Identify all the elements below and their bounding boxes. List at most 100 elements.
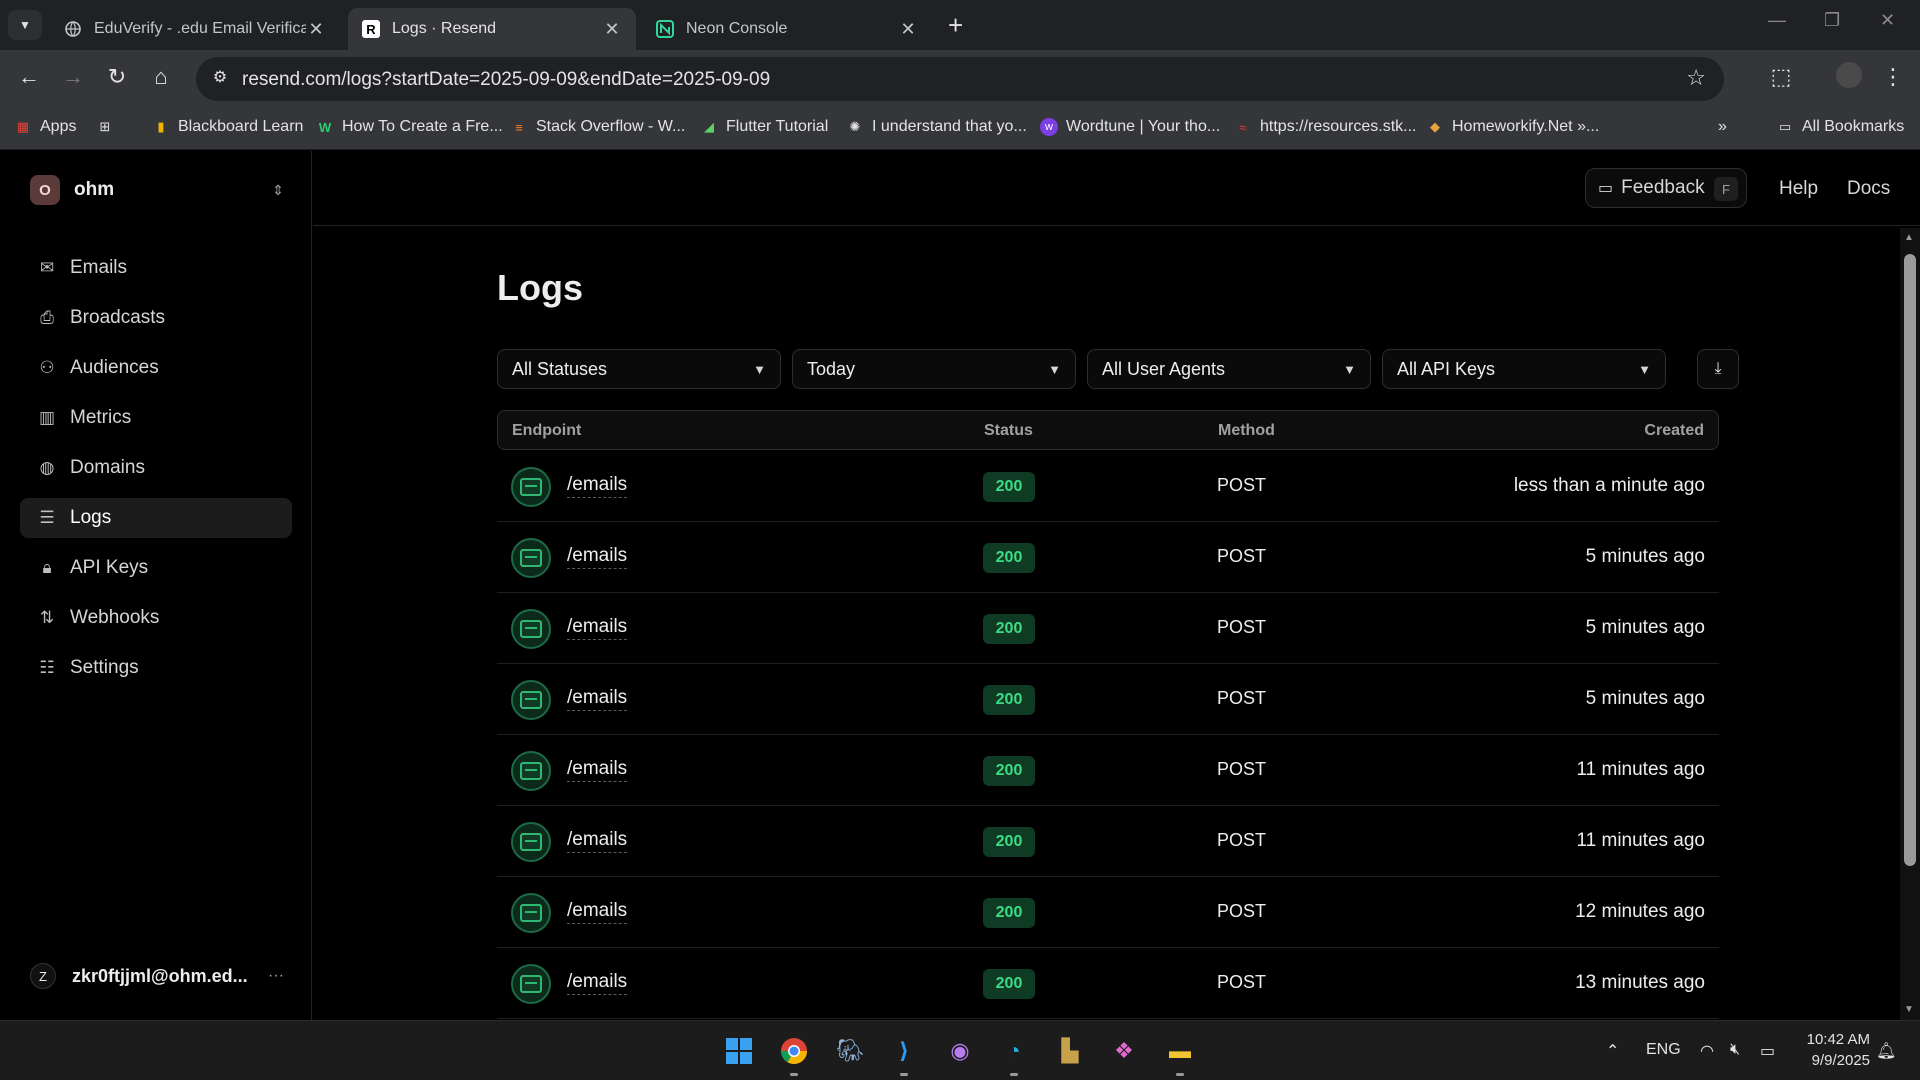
table-row[interactable]: /emails 200 POST 5 minutes ago	[497, 664, 1719, 735]
table-row[interactable]: /emails 200 POST 11 minutes ago	[497, 735, 1719, 806]
endpoint-link[interactable]: /emails	[567, 687, 628, 711]
endpoint-link[interactable]: /emails	[567, 900, 628, 924]
chrome-icon[interactable]	[778, 1035, 810, 1067]
sidebar-item-audiences[interactable]: ⚇ Audiences	[20, 348, 292, 388]
table-row[interactable]: /emails 200 POST 11 minutes ago	[497, 806, 1719, 877]
sidebar-item-api-keys[interactable]: 🔒︎ API Keys	[20, 548, 292, 588]
menu-kebab-icon[interactable]: ⋮	[1878, 64, 1908, 90]
homeworkify-icon: ◆	[1430, 119, 1440, 134]
sidebar-item-domains[interactable]: ◍ Domains	[20, 448, 292, 488]
close-icon[interactable]: ✕	[306, 19, 326, 40]
tab-search-button[interactable]: ▼	[8, 10, 42, 40]
help-link[interactable]: Help	[1779, 178, 1818, 200]
reload-icon[interactable]: ↻	[102, 64, 132, 90]
bookmark-star-icon[interactable]: ☆	[1686, 65, 1706, 91]
sidebar-item-settings[interactable]: ☷ Settings	[20, 648, 292, 688]
table-row[interactable]: /emails 200 POST 12 minutes ago	[497, 877, 1719, 948]
scroll-up-icon[interactable]: ▲	[1904, 232, 1914, 243]
clock-date[interactable]: 9/9/2025	[1800, 1052, 1870, 1069]
feedback-button[interactable]: ▭ Feedback F	[1585, 168, 1747, 208]
date-range-select[interactable]: Today ▼	[792, 349, 1076, 389]
github-icon[interactable]: ◉	[944, 1035, 976, 1067]
wifi-icon[interactable]: ◠	[1700, 1041, 1714, 1061]
status-filter-select[interactable]: All Statuses ▼	[497, 349, 781, 389]
file-explorer-icon[interactable]: ▬	[1164, 1035, 1196, 1067]
resend-icon: R	[362, 20, 380, 38]
endpoint-link[interactable]: /emails	[567, 616, 628, 640]
home-icon[interactable]: ⌂	[146, 64, 176, 90]
restore-icon[interactable]: ❐	[1824, 10, 1840, 31]
tab-logs-resend[interactable]: R Logs · Resend ✕	[348, 8, 636, 50]
globe-icon: ◍	[39, 458, 55, 477]
extensions-icon[interactable]: ⬚	[1766, 64, 1796, 90]
all-bookmarks[interactable]: ▭ All Bookmarks	[1776, 118, 1904, 136]
sidebar-item-logs[interactable]: ☰ Logs	[20, 498, 292, 538]
language-indicator[interactable]: ENG	[1646, 1041, 1681, 1059]
download-button[interactable]: ⤓	[1697, 349, 1739, 389]
team-switcher[interactable]: O ohm ⇕	[30, 173, 284, 207]
sidebar-item-webhooks[interactable]: ⇅ Webhooks	[20, 598, 292, 638]
bookmarks-overflow-icon[interactable]: »	[1718, 118, 1727, 136]
endpoint-link[interactable]: /emails	[567, 474, 628, 498]
profile-avatar[interactable]	[1834, 62, 1864, 94]
clock-time[interactable]: 10:42 AM	[1800, 1031, 1870, 1048]
volume-muted-icon[interactable]: 🔇︎	[1730, 1041, 1740, 1059]
address-bar[interactable]: ⚙ resend.com/logs?startDate=2025-09-09&e…	[196, 57, 1724, 101]
sidebar-item-metrics[interactable]: ▥ Metrics	[20, 398, 292, 438]
sidebar-item-emails[interactable]: ✉ Emails	[20, 248, 292, 288]
url-text[interactable]: resend.com/logs?startDate=2025-09-09&end…	[242, 69, 770, 91]
scrollbar[interactable]: ▲ ▼	[1900, 228, 1920, 1020]
league-icon[interactable]: ▙	[1054, 1035, 1086, 1067]
sidebar-item-broadcasts[interactable]: ⎙ Broadcasts	[20, 298, 292, 338]
running-indicator	[1010, 1073, 1018, 1076]
tab-eduverify[interactable]: EduVerify - .edu Email Verificatio ✕	[50, 8, 340, 50]
user-agent-filter-select[interactable]: All User Agents ▼	[1087, 349, 1371, 389]
docs-link[interactable]: Docs	[1847, 178, 1890, 200]
bookmark-chatgpt[interactable]: ✺ I understand that yo...	[846, 118, 1027, 136]
endpoint-link[interactable]: /emails	[567, 758, 628, 782]
edge-icon[interactable]: ◔	[998, 1035, 1030, 1067]
close-icon[interactable]: ✕	[602, 19, 622, 40]
new-tab-button[interactable]: +	[948, 12, 963, 38]
tray-chevron-up-icon[interactable]: ⌃	[1606, 1041, 1619, 1061]
bookmark-label: How To Create a Fre...	[342, 118, 503, 135]
close-icon[interactable]: ✕	[898, 19, 918, 40]
windows-start-icon[interactable]	[723, 1035, 755, 1067]
scroll-down-icon[interactable]: ▼	[1904, 1004, 1914, 1015]
tab-neon-console[interactable]: Neon Console ✕	[642, 8, 932, 50]
window-close-icon[interactable]: ✕	[1880, 10, 1895, 31]
endpoint-link[interactable]: /emails	[567, 971, 628, 995]
battery-icon[interactable]: ▭	[1760, 1041, 1775, 1061]
created-time: 13 minutes ago	[1575, 972, 1705, 993]
bookmark-apps[interactable]: ▦ Apps	[14, 118, 77, 136]
more-horizontal-icon[interactable]: ···	[268, 967, 284, 985]
team-name: ohm	[74, 179, 115, 200]
bookmark-wordtune[interactable]: w Wordtune | Your tho...	[1040, 118, 1220, 136]
table-row[interactable]: /emails 200 POST 5 minutes ago	[497, 593, 1719, 664]
bookmark-grid[interactable]: ⊞	[96, 118, 122, 136]
table-row[interactable]: /emails 200 POST less than a minute ago	[497, 451, 1719, 522]
table-row[interactable]: /emails 200 POST 5 minutes ago	[497, 522, 1719, 593]
bookmark-how-to-create[interactable]: W How To Create a Fre...	[316, 118, 503, 136]
site-info-icon[interactable]: ⚙	[208, 67, 232, 91]
postgres-icon[interactable]: 🐘︎	[834, 1035, 866, 1067]
endpoint-link[interactable]: /emails	[567, 545, 628, 569]
endpoint-link[interactable]: /emails	[567, 829, 628, 853]
back-arrow-icon[interactable]: ←	[14, 64, 44, 90]
bookmark-blackboard[interactable]: ▮ Blackboard Learn	[152, 118, 303, 136]
bookmark-resources-stk[interactable]: ≈ https://resources.stk...	[1234, 118, 1416, 136]
vscode-icon[interactable]: ⟩	[888, 1035, 920, 1067]
user-menu[interactable]: Z zkr0ftjjml@ohm.ed... ···	[30, 961, 284, 991]
forward-arrow-icon[interactable]: →	[58, 64, 88, 90]
bookmark-stackoverflow[interactable]: ≡ Stack Overflow - W...	[510, 118, 685, 136]
minimize-icon[interactable]: —	[1768, 10, 1786, 31]
notifications-icon[interactable]: 🔔︎	[1876, 1041, 1896, 1061]
copilot-icon[interactable]: ❖	[1108, 1035, 1140, 1067]
scroll-thumb[interactable]	[1904, 254, 1916, 866]
bookmark-homeworkify[interactable]: ◆ Homeworkify.Net »...	[1426, 118, 1599, 136]
chevron-up-down-icon[interactable]: ⇕	[272, 182, 284, 199]
running-indicator	[790, 1073, 798, 1076]
api-key-filter-select[interactable]: All API Keys ▼	[1382, 349, 1666, 389]
bookmark-flutter[interactable]: ◢ Flutter Tutorial	[700, 118, 828, 136]
table-row[interactable]: /emails 200 POST 13 minutes ago	[497, 948, 1719, 1019]
